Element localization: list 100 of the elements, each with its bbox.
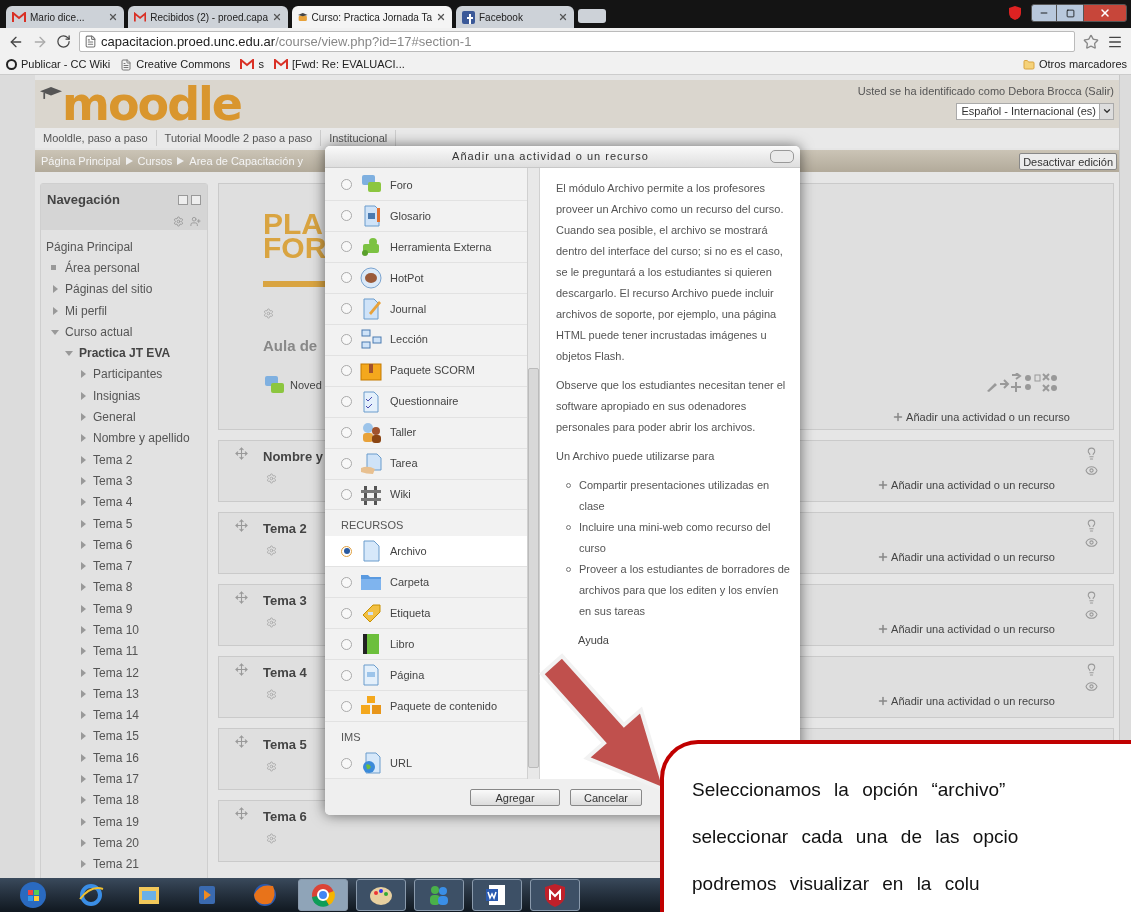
settings-icon[interactable]	[266, 760, 277, 772]
close-icon[interactable]	[272, 12, 282, 22]
radio-button[interactable]	[341, 303, 352, 315]
nav-link[interactable]: Tema 6	[93, 535, 133, 554]
settings-icon[interactable]	[266, 688, 277, 700]
address-field[interactable]: capacitacion.proed.unc.edu.ar/course/view.php?id=17#section-1	[79, 31, 1075, 52]
collapsed-arrow-icon[interactable]	[79, 775, 87, 784]
collapsed-arrow-icon[interactable]	[79, 434, 87, 443]
close-icon[interactable]	[436, 12, 446, 22]
nav-link[interactable]: Área personal	[65, 258, 140, 277]
nav-link[interactable]: Tema 2	[93, 450, 133, 469]
move-icon[interactable]	[234, 663, 248, 676]
module-option[interactable]: Glosario	[325, 200, 527, 232]
nav-link[interactable]: Tema 7	[93, 557, 133, 576]
nav-link[interactable]: Practica JT EVA	[79, 344, 171, 363]
bookmark-link[interactable]: s	[240, 56, 264, 73]
nav-link[interactable]: Tema 14	[93, 706, 140, 725]
radio-button[interactable]	[341, 545, 352, 557]
nav-link[interactable]: Tema 10	[93, 621, 140, 639]
add-activity-link[interactable]: Añadir una actividad o un recurso	[877, 549, 1055, 566]
nav-link[interactable]: Tema 20	[93, 833, 140, 852]
module-option[interactable]: Paquete SCORM	[325, 355, 527, 387]
move-icon[interactable]	[234, 807, 248, 820]
browser-tab[interactable]: Curso: Practica Jornada Ta	[292, 6, 452, 28]
module-option[interactable]: Herramienta Externa	[325, 231, 527, 263]
nav-link[interactable]: Tema 21	[93, 855, 140, 874]
nav-link[interactable]: Tema 4	[93, 493, 133, 512]
nav-link[interactable]: Páginas del sitio	[65, 280, 153, 299]
nav-link[interactable]: Participantes	[93, 365, 163, 384]
settings-icon[interactable]	[266, 832, 277, 844]
collapsed-arrow-icon[interactable]	[79, 476, 87, 485]
module-option[interactable]: Taller	[325, 417, 527, 449]
nav-link[interactable]: Tema 19	[93, 812, 140, 831]
collapsed-arrow-icon[interactable]	[79, 583, 87, 592]
radio-button[interactable]	[341, 458, 352, 470]
eye-icon[interactable]	[1085, 608, 1098, 621]
collapsed-arrow-icon[interactable]	[79, 391, 87, 400]
nav-link[interactable]: General	[93, 408, 136, 426]
nav-link[interactable]: Nombre y apellido	[93, 429, 190, 448]
minimize-button[interactable]	[1031, 4, 1057, 22]
radio-button[interactable]	[341, 334, 352, 346]
collapsed-arrow-icon[interactable]	[79, 732, 87, 741]
radio-button[interactable]	[341, 757, 352, 769]
radio-button[interactable]	[341, 241, 352, 253]
reload-icon[interactable]	[56, 34, 71, 49]
collapsed-arrow-icon[interactable]	[79, 668, 87, 677]
collapsed-arrow-icon[interactable]	[79, 455, 87, 464]
settings-icon[interactable]	[266, 544, 277, 556]
collapsed-arrow-icon[interactable]	[79, 519, 87, 528]
taskbar-button[interactable]	[530, 879, 580, 911]
module-option[interactable]: Wiki	[325, 479, 527, 511]
nav-link[interactable]: Tema 8	[93, 578, 133, 597]
module-option[interactable]: Questionnaire	[325, 386, 527, 418]
collapsed-arrow-icon[interactable]	[79, 498, 87, 507]
collapsed-arrow-icon[interactable]	[79, 562, 87, 571]
radio-button[interactable]	[341, 607, 352, 619]
collapsed-arrow-icon[interactable]	[79, 711, 87, 720]
module-option[interactable]: Etiqueta	[325, 598, 527, 630]
collapsed-arrow-icon[interactable]	[79, 413, 87, 421]
radio-button[interactable]	[341, 210, 352, 222]
module-option[interactable]: Tarea	[325, 448, 527, 480]
close-icon[interactable]	[558, 12, 568, 22]
nav-link[interactable]: Tema 15	[93, 727, 140, 746]
move-icon[interactable]	[234, 591, 248, 604]
browser-tab[interactable]: Mario dice...	[6, 6, 124, 28]
radio-button[interactable]	[341, 576, 352, 588]
bookmark-star-icon[interactable]	[1083, 33, 1099, 50]
lightbulb-icon[interactable]	[1085, 519, 1098, 532]
radio-button[interactable]	[341, 638, 352, 650]
nav-link[interactable]: Tema 17	[93, 770, 140, 789]
collapsed-arrow-icon[interactable]	[79, 647, 87, 656]
collapsed-arrow-icon[interactable]	[79, 540, 87, 549]
help-link[interactable]: Ayuda	[556, 630, 792, 651]
module-option[interactable]: Paquete de contenido	[325, 691, 527, 723]
close-button[interactable]	[770, 150, 794, 163]
edit-mode-button[interactable]: Desactivar edición	[1019, 152, 1117, 170]
menu-link[interactable]: Tutorial Moodle 2 paso a paso	[156, 129, 322, 147]
module-option[interactable]: Libro	[325, 629, 527, 661]
collapsed-arrow-icon[interactable]	[79, 817, 87, 826]
collapse-icon[interactable]	[178, 194, 188, 205]
dialog-button[interactable]: Agregar	[470, 788, 560, 806]
assign-roles-icon[interactable]	[190, 215, 201, 227]
radio-button[interactable]	[341, 427, 352, 439]
module-option[interactable]: Carpeta	[325, 567, 527, 599]
nav-link[interactable]: Tema 12	[93, 663, 140, 682]
module-option[interactable]: Página	[325, 660, 527, 692]
nav-link[interactable]: Tema 16	[93, 748, 140, 767]
language-select[interactable]: Español - Internacional (es)	[956, 102, 1114, 120]
nav-link[interactable]: Tema 5	[93, 514, 133, 533]
eye-icon[interactable]	[1085, 464, 1098, 477]
nav-link[interactable]: Tema 3	[93, 471, 133, 490]
nav-link[interactable]: Tema 13	[93, 684, 140, 703]
collapsed-arrow-icon[interactable]	[51, 306, 59, 315]
add-activity-link[interactable]: Añadir una actividad o un recurso	[892, 408, 1070, 425]
radio-button[interactable]	[341, 272, 352, 284]
taskbar-button[interactable]	[472, 879, 522, 911]
module-option[interactable]: HotPot	[325, 262, 527, 294]
collapsed-arrow-icon[interactable]	[79, 604, 87, 613]
taskbar-button[interactable]	[356, 879, 406, 911]
settings-icon[interactable]	[266, 472, 277, 484]
